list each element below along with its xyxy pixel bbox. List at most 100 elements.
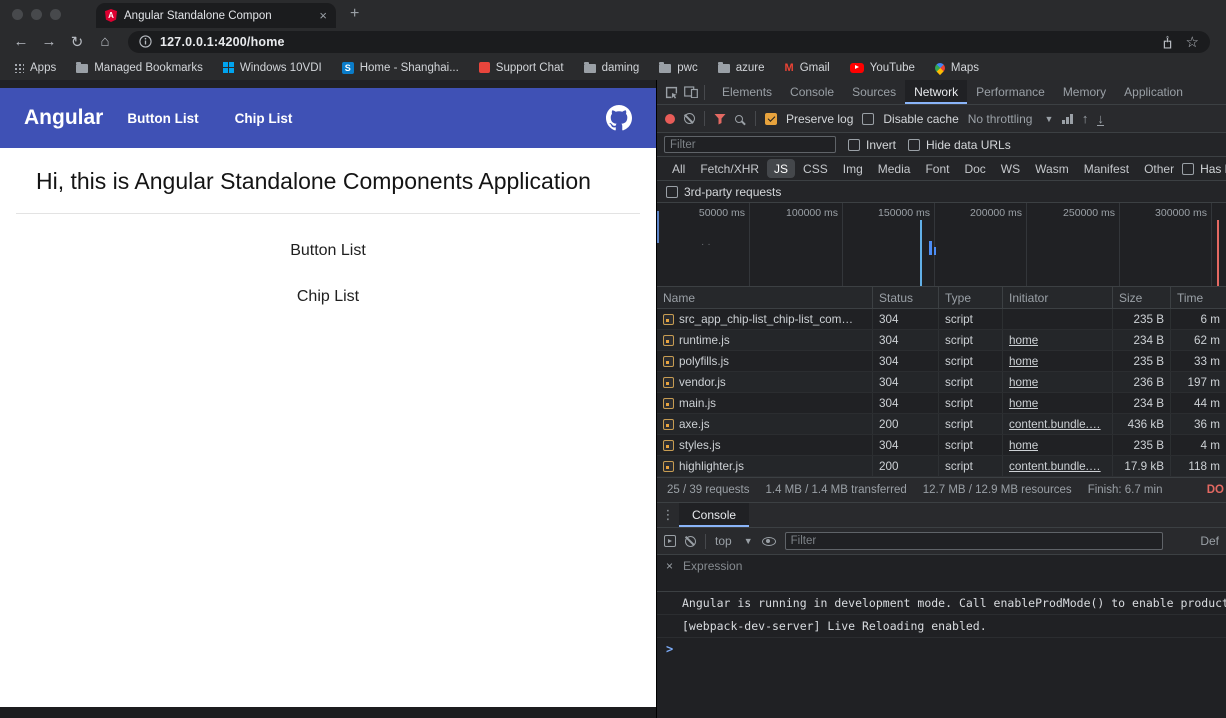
bookmark-pwc[interactable]: pwc (659, 62, 697, 74)
bookmark-youtube[interactable]: YouTube (850, 62, 915, 74)
chip-css[interactable]: CSS (796, 159, 835, 178)
live-expression-eye-icon[interactable] (762, 537, 776, 546)
preserve-log-checkbox[interactable] (765, 113, 777, 125)
browser-tab[interactable]: A Angular Standalone Compon × (96, 3, 336, 28)
initiator-link[interactable]: home (1009, 397, 1038, 410)
throttling-select[interactable]: No throttling (968, 112, 1033, 126)
chip-list-link[interactable]: Chip List (0, 288, 656, 306)
tab-application[interactable]: Application (1115, 80, 1192, 104)
console-filter-input[interactable] (785, 532, 1163, 550)
bookmark-maps[interactable]: Maps (935, 62, 979, 74)
new-tab-button[interactable]: + (350, 5, 359, 23)
export-har-icon[interactable]: ↓ (1097, 112, 1104, 126)
bookmark-apps[interactable]: Apps (14, 62, 56, 74)
chip-doc[interactable]: Doc (957, 159, 992, 178)
import-har-icon[interactable]: ↑ (1082, 112, 1089, 125)
bookmark-windows-10vdi[interactable]: Windows 10VDI (223, 62, 322, 74)
reload-icon[interactable]: ↻ (64, 30, 90, 54)
column-name[interactable]: Name (657, 287, 873, 308)
column-initiator[interactable]: Initiator (1003, 287, 1113, 308)
bookmark-managed-bookmarks[interactable]: Managed Bookmarks (76, 62, 203, 74)
table-row[interactable]: axe.js 200 script content.bundle.… 436 k… (657, 414, 1226, 435)
table-row[interactable]: highlighter.js 200 script content.bundle… (657, 456, 1226, 477)
bookmark-azure[interactable]: azure (718, 62, 765, 74)
initiator-link[interactable]: home (1009, 334, 1038, 347)
third-party-checkbox[interactable] (666, 186, 678, 198)
column-size[interactable]: Size (1113, 287, 1171, 308)
table-row[interactable]: vendor.js 304 script home 236 B 197 m (657, 372, 1226, 393)
context-selector[interactable]: top (715, 534, 732, 548)
bookmark-daming[interactable]: daming (584, 62, 640, 74)
remove-expression-icon[interactable]: × (666, 559, 673, 573)
nav-chip-list[interactable]: Chip List (235, 111, 293, 126)
disable-cache-checkbox[interactable] (862, 113, 874, 125)
github-link[interactable] (606, 105, 632, 131)
live-expression-row[interactable]: × Expression (657, 555, 1226, 577)
initiator-link[interactable]: content.bundle.… (1009, 418, 1101, 431)
column-type[interactable]: Type (939, 287, 1003, 308)
tab-close-icon[interactable]: × (319, 9, 327, 22)
initiator-link[interactable]: home (1009, 355, 1038, 368)
clear-icon[interactable] (684, 113, 695, 124)
bookmark-gmail[interactable]: M Gmail (785, 62, 830, 74)
inspect-element-icon[interactable] (665, 86, 678, 99)
clear-console-icon[interactable] (685, 536, 696, 547)
chip-other[interactable]: Other (1137, 159, 1181, 178)
minimize-window-button[interactable] (31, 9, 42, 20)
initiator-link[interactable]: home (1009, 439, 1038, 452)
table-row[interactable]: runtime.js 304 script home 234 B 62 m (657, 330, 1226, 351)
initiator-link[interactable]: home (1009, 376, 1038, 389)
tab-elements[interactable]: Elements (713, 80, 781, 104)
initiator-link[interactable]: content.bundle.… (1009, 460, 1101, 473)
device-toolbar-icon[interactable] (684, 86, 698, 98)
search-icon[interactable] (735, 115, 743, 123)
chip-font[interactable]: Font (918, 159, 956, 178)
chip-manifest[interactable]: Manifest (1077, 159, 1136, 178)
chip-all[interactable]: All (665, 159, 692, 178)
record-icon[interactable] (665, 114, 675, 124)
chip-js[interactable]: JS (767, 159, 795, 178)
chip-media[interactable]: Media (871, 159, 918, 178)
bookmark-home-shanghai[interactable]: S Home - Shanghai... (342, 62, 459, 74)
column-status[interactable]: Status (873, 287, 939, 308)
network-filter-input[interactable] (664, 136, 836, 153)
network-conditions-icon[interactable] (1062, 114, 1073, 124)
forward-icon[interactable]: → (36, 30, 62, 54)
button-list-link[interactable]: Button List (0, 242, 656, 260)
site-info-icon[interactable] (139, 35, 152, 48)
table-row[interactable]: main.js 304 script home 234 B 44 m (657, 393, 1226, 414)
console-prompt-chevron[interactable]: > (657, 638, 1226, 660)
drawer-tab-console[interactable]: Console (679, 503, 749, 527)
table-row[interactable]: styles.js 304 script home 235 B 4 m (657, 435, 1226, 456)
log-levels-select[interactable]: Def (1200, 534, 1219, 548)
filter-funnel-icon[interactable] (714, 113, 726, 125)
tab-sources[interactable]: Sources (843, 80, 905, 104)
share-icon[interactable] (1161, 35, 1174, 49)
invert-checkbox[interactable] (848, 139, 860, 151)
chip-ws[interactable]: WS (994, 159, 1027, 178)
table-row[interactable]: polyfills.js 304 script home 235 B 33 m (657, 351, 1226, 372)
has-blocked-cookies-checkbox[interactable] (1182, 163, 1194, 175)
tab-network[interactable]: Network (905, 80, 967, 104)
bookmark-support-chat[interactable]: Support Chat (479, 62, 564, 74)
url-text[interactable]: 127.0.0.1:4200/home (160, 35, 1153, 49)
nav-button-list[interactable]: Button List (127, 111, 198, 126)
tab-performance[interactable]: Performance (967, 80, 1054, 104)
address-bar[interactable]: 127.0.0.1:4200/home ☆ (128, 31, 1210, 53)
chip-wasm[interactable]: Wasm (1028, 159, 1076, 178)
tab-console[interactable]: Console (781, 80, 843, 104)
kebab-menu-icon[interactable]: ⋮ (657, 503, 679, 527)
close-window-button[interactable] (12, 9, 23, 20)
column-time[interactable]: Time (1171, 287, 1226, 308)
bookmark-star-icon[interactable]: ☆ (1186, 33, 1199, 51)
chip-img[interactable]: Img (836, 159, 870, 178)
tab-memory[interactable]: Memory (1054, 80, 1115, 104)
table-row[interactable]: src_app_chip-list_chip-list_com… 304 scr… (657, 309, 1226, 330)
chip-fetch-xhr[interactable]: Fetch/XHR (693, 159, 766, 178)
home-icon[interactable]: ⌂ (92, 30, 118, 54)
console-sidebar-icon[interactable] (664, 535, 676, 547)
hide-data-urls-checkbox[interactable] (908, 139, 920, 151)
network-overview[interactable]: 50000 ms 100000 ms 150000 ms 200000 ms 2… (657, 203, 1226, 287)
zoom-window-button[interactable] (50, 9, 61, 20)
back-icon[interactable]: ← (8, 30, 34, 54)
